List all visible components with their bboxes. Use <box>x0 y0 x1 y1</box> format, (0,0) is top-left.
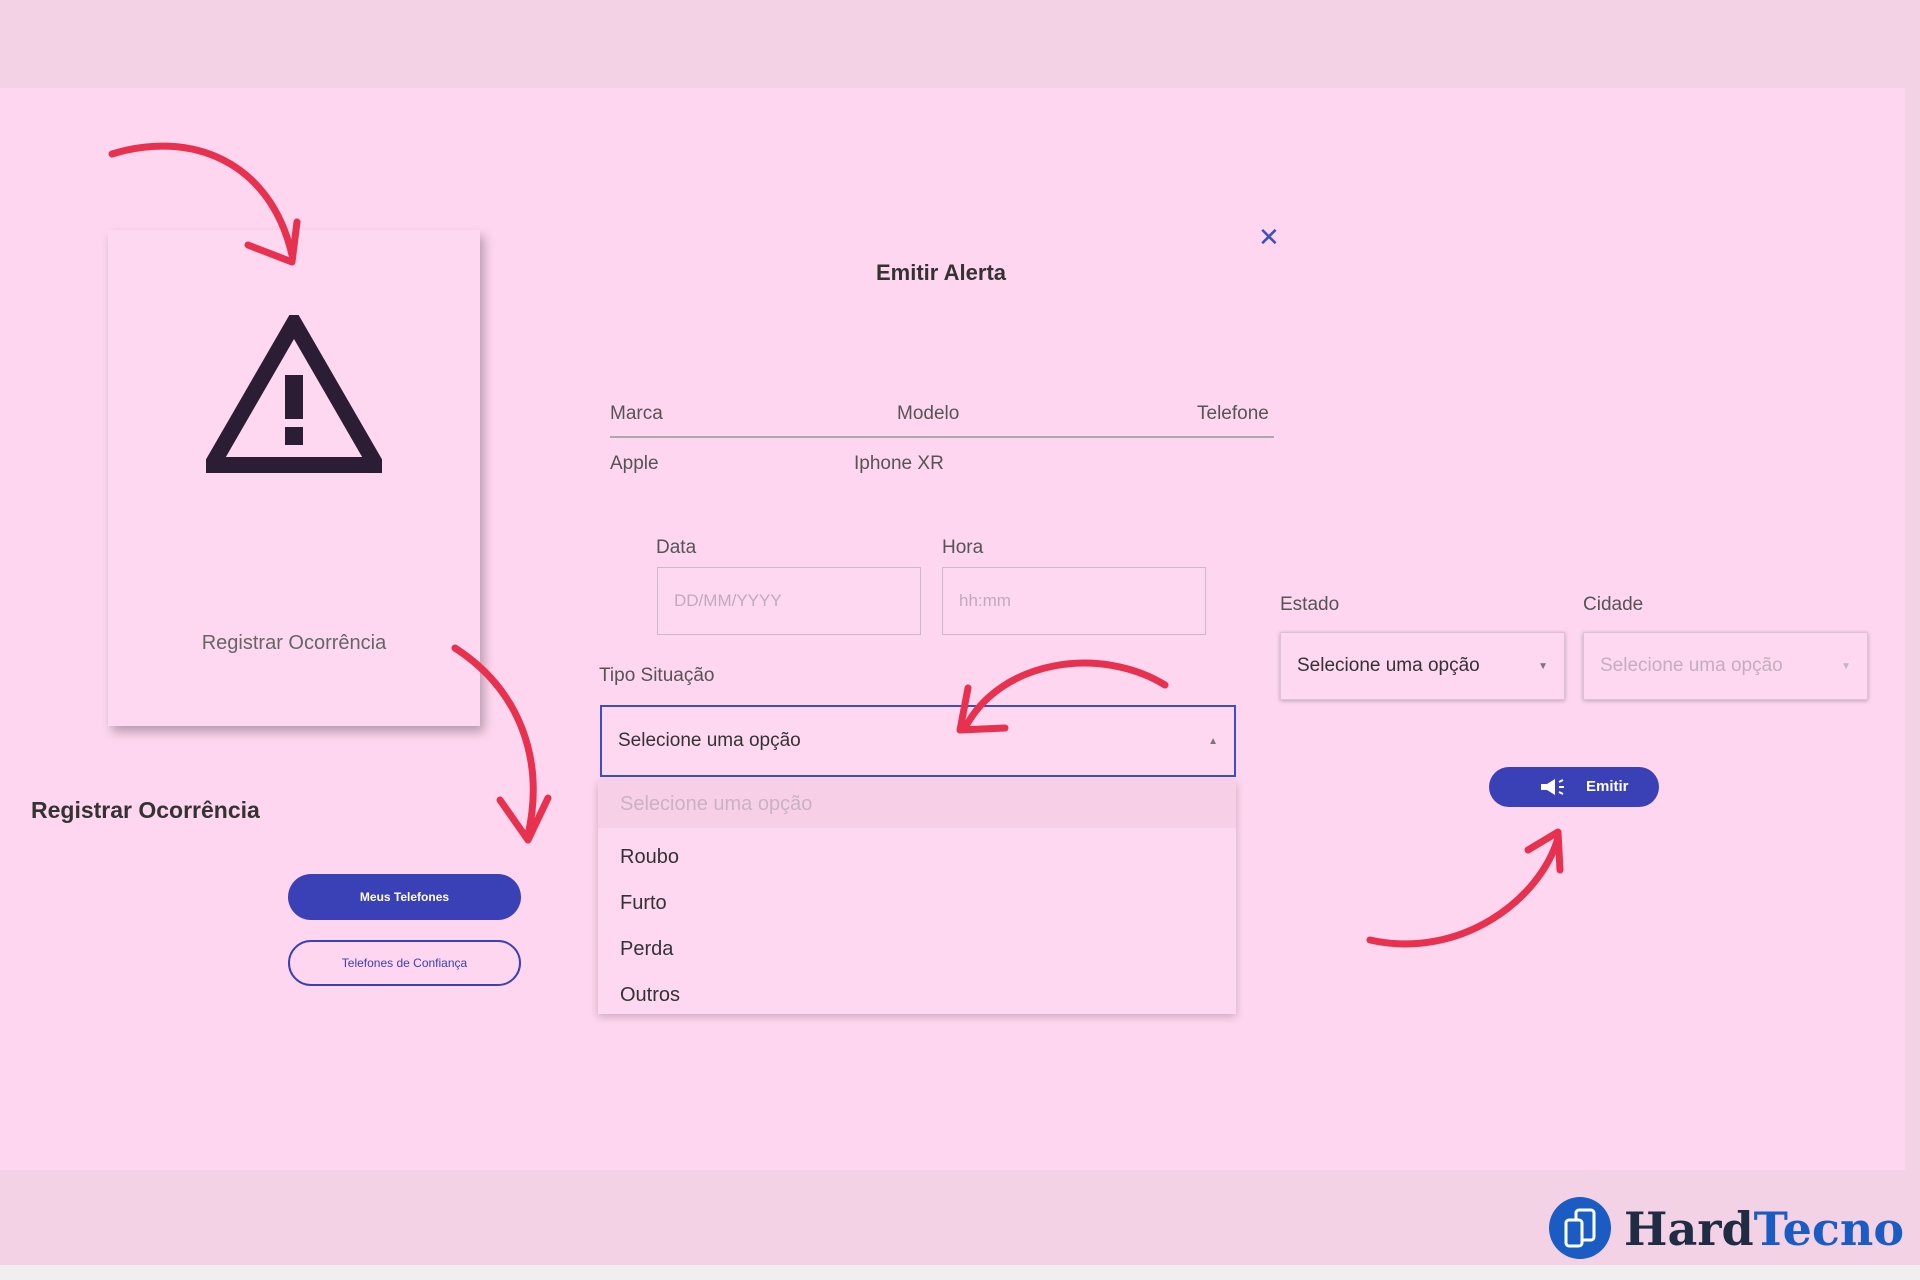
table-header-modelo: Modelo <box>897 403 960 424</box>
estado-label: Estado <box>1280 594 1340 615</box>
estado-select[interactable]: Selecione uma opção ▼ <box>1280 632 1565 700</box>
tipo-situacao-select[interactable]: Selecione uma opção ▲ <box>600 705 1236 777</box>
table-cell-marca: Apple <box>610 453 659 474</box>
table-header-telefone: Telefone <box>1197 403 1269 424</box>
emit-button-label: Emitir <box>1586 778 1629 795</box>
emit-button[interactable]: Emitir <box>1489 767 1659 807</box>
caret-up-icon: ▲ <box>1208 736 1218 747</box>
table-header-divider <box>610 436 1274 438</box>
phone-badge-icon <box>1549 1197 1611 1259</box>
dropdown-option[interactable]: Perda <box>620 938 673 961</box>
cidade-label: Cidade <box>1583 594 1644 615</box>
caret-down-icon: ▼ <box>1538 661 1548 672</box>
close-icon[interactable]: ✕ <box>1258 224 1280 250</box>
top-band <box>0 0 1920 88</box>
data-label: Data <box>656 537 697 558</box>
my-phones-button[interactable]: Meus Telefones <box>288 874 521 920</box>
caret-down-icon: ▼ <box>1841 661 1851 672</box>
hora-label: Hora <box>942 537 984 558</box>
logo-text-hard: Hard <box>1624 1202 1754 1256</box>
trusted-phones-button[interactable]: Telefones de Confiança <box>288 940 521 986</box>
megaphone-icon <box>1541 779 1564 795</box>
bottom-strip <box>0 1265 1920 1280</box>
estado-selected-value: Selecione uma opção <box>1297 655 1480 676</box>
warning-triangle-icon <box>206 315 382 473</box>
dropdown-option[interactable]: Selecione uma opção <box>598 780 1236 828</box>
dropdown-option[interactable]: Furto <box>620 892 667 915</box>
card-label: Registrar Ocorrência <box>201 632 387 654</box>
dropdown-option[interactable]: Outros <box>620 984 680 1007</box>
tipo-dropdown-list: Selecione uma opção Roubo Furto Perda Ou… <box>598 780 1236 1014</box>
date-input[interactable] <box>657 567 921 635</box>
tipo-selected-value: Selecione uma opção <box>618 730 801 751</box>
cidade-selected-value: Selecione uma opção <box>1600 655 1783 676</box>
section-title: Registrar Ocorrência <box>31 797 260 823</box>
tipo-label: Tipo Situação <box>599 665 715 686</box>
modal-title: Emitir Alerta <box>876 260 1007 285</box>
cidade-select[interactable]: Selecione uma opção ▼ <box>1583 632 1868 700</box>
dropdown-option[interactable]: Roubo <box>620 846 679 869</box>
table-header-marca: Marca <box>610 403 663 424</box>
register-occurrence-card[interactable]: Registrar Ocorrência <box>108 230 480 726</box>
logo-text-tecno: Tecno <box>1753 1202 1905 1256</box>
table-cell-modelo: Iphone XR <box>854 453 944 474</box>
time-input[interactable] <box>942 567 1206 635</box>
